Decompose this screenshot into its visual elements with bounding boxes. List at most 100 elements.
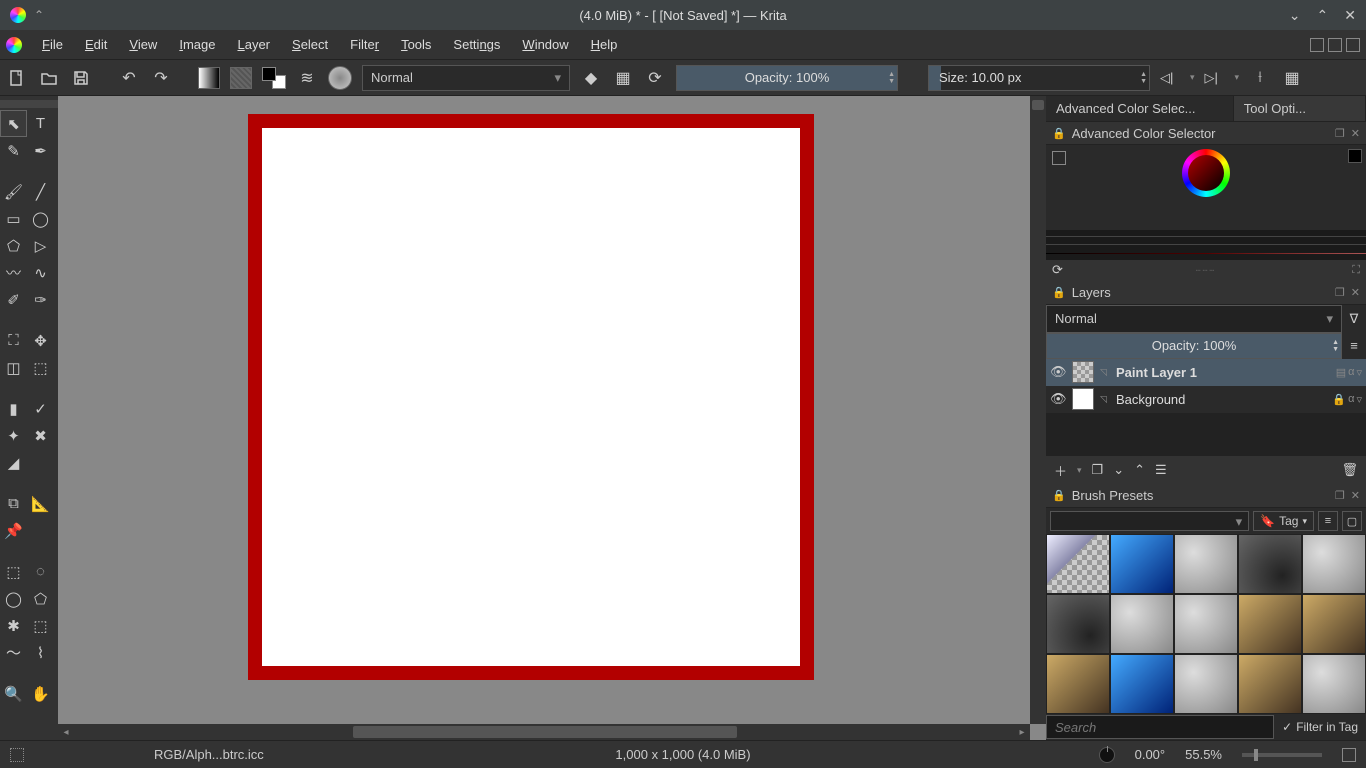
expand-icon[interactable]: ⛶ (1352, 264, 1360, 277)
workspace-icon-3[interactable] (1346, 38, 1360, 52)
scroll-left-icon[interactable]: ◂ (58, 724, 74, 740)
brush-preset[interactable] (1302, 534, 1366, 594)
brush-preset[interactable] (1046, 654, 1110, 714)
calligraphy-tool[interactable]: ✒ (27, 137, 54, 164)
rotation-angle[interactable]: 0.00° (1135, 747, 1166, 762)
maximize-icon[interactable]: ⌃ (1317, 7, 1329, 24)
multibrush-tool[interactable]: ✑ (27, 286, 54, 313)
brush-preset[interactable] (1046, 534, 1110, 594)
refresh-icon[interactable]: ⟳ (1052, 262, 1063, 278)
float-icon[interactable]: ❐ (1335, 489, 1345, 502)
close-icon[interactable]: ✕ (1344, 7, 1356, 24)
move-layer-down-button[interactable]: ⌄ (1113, 462, 1124, 478)
toolbox-handle[interactable] (0, 100, 58, 108)
transform-tool[interactable]: ⬉ (0, 110, 27, 137)
brush-preset[interactable] (1302, 654, 1366, 714)
layer-opacity-menu-icon[interactable]: ≡ (1342, 333, 1366, 359)
float-icon[interactable]: ❐ (1335, 127, 1345, 140)
filter-in-tag-checkbox[interactable]: ✓ Filter in Tag (1274, 720, 1366, 734)
polyline-tool[interactable]: ▷ (27, 232, 54, 259)
brush-preset[interactable] (1174, 594, 1238, 654)
blank-tool[interactable] (27, 517, 54, 544)
lock-icon[interactable]: 🔒 (1052, 127, 1066, 140)
storage-icon[interactable]: ▢ (1342, 511, 1362, 531)
brush-tool[interactable]: 🖌 (0, 178, 27, 205)
app-menu-icon[interactable] (6, 37, 22, 53)
menu-filter[interactable]: Filter (340, 33, 389, 56)
preset-search-input[interactable]: Search (1046, 715, 1274, 739)
vertical-scrollbar[interactable] (1030, 96, 1046, 724)
menu-settings[interactable]: Settings (443, 33, 510, 56)
minimize-icon[interactable]: ⌄ (1289, 7, 1301, 24)
workspace-icon-2[interactable] (1328, 38, 1342, 52)
free-transform-tool[interactable]: ⬚ (27, 354, 54, 381)
new-file-button[interactable] (6, 67, 28, 89)
color-menu-icon[interactable] (1052, 151, 1066, 165)
close-panel-icon[interactable]: ✕ (1351, 127, 1360, 140)
gradient-swatch[interactable] (198, 67, 220, 89)
visibility-icon[interactable]: 👁 (1050, 364, 1066, 380)
freehand-select-tool[interactable]: ◯ (0, 585, 27, 612)
brush-preset[interactable] (1110, 594, 1174, 654)
layer-properties-button[interactable]: ☰ (1155, 462, 1167, 478)
color-selector-body[interactable] (1046, 145, 1366, 230)
menu-file[interactable]: File (32, 33, 73, 56)
view-mode-icon[interactable]: ≡ (1318, 511, 1338, 531)
layer-more-icon[interactable]: ▿ (1356, 393, 1362, 406)
workspace-icon-1[interactable] (1310, 38, 1324, 52)
similar-select-tool[interactable]: ⬚ (27, 612, 54, 639)
ellipse-select-tool[interactable]: ◌ (27, 558, 54, 585)
transform-tool-2[interactable]: ◫ (0, 354, 27, 381)
delete-layer-button[interactable]: 🗑 (1341, 462, 1358, 478)
color-history[interactable] (1046, 230, 1366, 259)
layer-name[interactable]: Background (1116, 392, 1326, 407)
pan-tool[interactable]: ✋ (27, 680, 54, 707)
measure-tool[interactable]: 📐 (27, 490, 54, 517)
canvas[interactable] (248, 114, 814, 680)
brush-preset[interactable] (1302, 594, 1366, 654)
layer-opacity-slider[interactable]: Opacity: 100%▲▼ (1046, 333, 1342, 359)
tab-tool-options[interactable]: Tool Opti... (1234, 96, 1366, 121)
tag-button[interactable]: 🔖Tag▾ (1253, 511, 1314, 531)
line-tool[interactable]: ╱ (27, 178, 54, 205)
layer-blend-select[interactable]: Normal (1046, 305, 1342, 333)
add-layer-button[interactable]: ＋ (1054, 461, 1067, 480)
zoom-slider[interactable] (1242, 753, 1322, 757)
brush-preset[interactable] (1238, 594, 1302, 654)
reload-preset-icon[interactable]: ⟳ (644, 67, 666, 89)
layer-alpha-icon[interactable]: α (1348, 366, 1354, 379)
blend-mode-select[interactable]: Normal (362, 65, 570, 91)
zoom-level[interactable]: 55.5% (1185, 747, 1222, 762)
wrap-around-icon[interactable]: ⟊ (1249, 67, 1271, 89)
lock-icon[interactable]: 🔒 (1052, 489, 1066, 502)
fg-bg-color[interactable] (262, 67, 286, 89)
menu-help[interactable]: Help (581, 33, 628, 56)
edit-shapes-tool[interactable]: ✎ (0, 137, 27, 164)
visibility-icon[interactable]: 👁 (1050, 391, 1066, 407)
brush-size-slider[interactable]: Size: 10.00 px▲▼ (928, 65, 1150, 91)
eraser-mode-icon[interactable]: ◆ (580, 67, 602, 89)
menu-tools[interactable]: Tools (391, 33, 441, 56)
polygon-tool[interactable]: ⬠ (0, 232, 27, 259)
canvas-area[interactable]: ◂ ▸ (58, 96, 1046, 740)
lock-icon[interactable]: 🔒 (1052, 286, 1066, 299)
bezier-tool[interactable]: 〰 (0, 259, 27, 286)
tab-color-selector[interactable]: Advanced Color Selec... (1046, 96, 1234, 121)
scroll-right-icon[interactable]: ▸ (1014, 724, 1030, 740)
brush-preset[interactable] (1174, 534, 1238, 594)
rect-select-tool[interactable]: ⬚ (0, 558, 27, 585)
selection-indicator-icon[interactable] (10, 748, 24, 762)
float-icon[interactable]: ❐ (1335, 286, 1345, 299)
close-panel-icon[interactable]: ✕ (1351, 489, 1360, 502)
save-file-button[interactable] (70, 67, 92, 89)
gradient-tool[interactable]: ◢ (0, 449, 27, 476)
open-file-button[interactable] (38, 67, 60, 89)
rect-tool[interactable]: ▭ (0, 205, 27, 232)
tag-select[interactable] (1050, 511, 1249, 531)
brush-settings-icon[interactable]: ≋ (296, 67, 318, 89)
layer-more-icon[interactable]: ▿ (1356, 366, 1362, 379)
redo-button[interactable]: ↷ (150, 67, 172, 89)
pin-icon[interactable]: ⌃ (34, 8, 44, 22)
layer-name[interactable]: Paint Layer 1 (1116, 365, 1330, 380)
mirror-v-icon[interactable]: ▷| (1205, 70, 1225, 86)
